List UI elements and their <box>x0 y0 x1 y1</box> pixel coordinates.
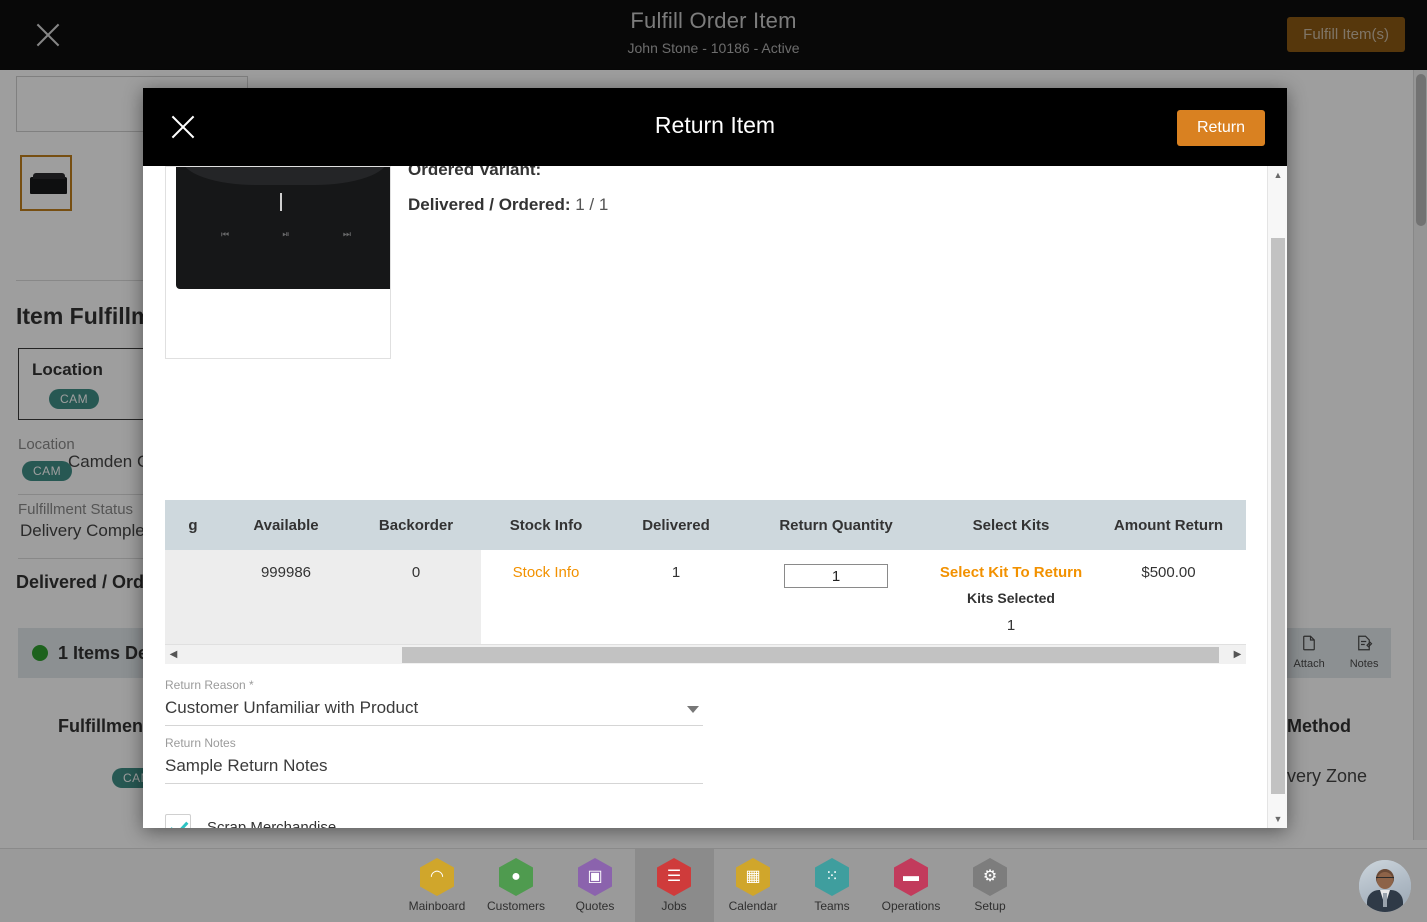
nav-label-calendar: Calendar <box>729 899 778 913</box>
return-items-table: g Available Backorder Stock Info Deliver… <box>165 500 1246 646</box>
cell-select-kits: Select Kit To Return Kits Selected 1 <box>931 550 1091 646</box>
return-reason-label: Return Reason * <box>165 678 703 692</box>
return-notes-field[interactable]: Return Notes Sample Return Notes <box>165 736 703 784</box>
return-reason-value[interactable]: Customer Unfamiliar with Product <box>165 692 703 726</box>
scrap-merchandise-row[interactable]: Scrap Merchandise <box>165 814 336 828</box>
nav-item-jobs[interactable]: ☰ Jobs <box>635 849 714 922</box>
cell-return-quantity <box>741 550 931 646</box>
nav-label-setup: Setup <box>974 899 1005 913</box>
avatar-image <box>1359 860 1411 912</box>
setup-icon: ⚙ <box>973 858 1007 896</box>
nav-label-jobs: Jobs <box>661 899 686 913</box>
nav-label-mainboard: Mainboard <box>409 899 466 913</box>
column-header-stock-info: Stock Info <box>481 500 611 550</box>
nav-label-quotes: Quotes <box>576 899 615 913</box>
return-items-table-wrap: g Available Backorder Stock Info Deliver… <box>165 500 1246 646</box>
calendar-icon: ▦ <box>736 858 770 896</box>
return-button[interactable]: Return <box>1177 110 1265 146</box>
delivered-ordered-label: Delivered / Ordered: <box>408 195 571 214</box>
scroll-left-arrow-icon[interactable]: ◀ <box>165 649 182 660</box>
column-header-delivered: Delivered <box>611 500 741 550</box>
nav-item-quotes[interactable]: ▣ Quotes <box>556 849 635 922</box>
return-notes-value[interactable]: Sample Return Notes <box>165 750 703 784</box>
cell-available: 999986 <box>221 550 351 646</box>
cell-stock-info: Stock Info <box>481 550 611 646</box>
nav-item-operations[interactable]: ▬ Operations <box>872 849 951 922</box>
column-header-available: Available <box>221 500 351 550</box>
modal-header: Return Item Return <box>143 88 1287 166</box>
app-root: Fulfill Order Item John Stone - 10186 - … <box>0 0 1427 922</box>
column-header-return-quantity: Return Quantity <box>741 500 931 550</box>
scrap-merchandise-label: Scrap Merchandise <box>207 819 336 829</box>
return-notes-label: Return Notes <box>165 736 703 750</box>
scroll-up-arrow-icon[interactable]: ▲ <box>1268 166 1287 184</box>
cell-amount-return: $500.00 <box>1091 550 1246 646</box>
nav-label-customers: Customers <box>487 899 545 913</box>
ordered-variant-label: Ordered Variant: <box>408 166 541 180</box>
stock-info-link[interactable]: Stock Info <box>513 564 580 581</box>
table-header-row: g Available Backorder Stock Info Deliver… <box>165 500 1246 550</box>
delivered-ordered-value: 1 / 1 <box>575 195 608 214</box>
nav-label-operations: Operations <box>882 899 941 913</box>
cell-delivered: 1 <box>611 550 741 646</box>
cell-clipped <box>165 550 221 646</box>
bottom-navigation: ◠ Mainboard ● Customers ▣ Quotes ☰ Jobs … <box>0 848 1427 922</box>
modal-title: Return Item <box>143 112 1287 139</box>
column-header-backorder: Backorder <box>351 500 481 550</box>
scrollbar-thumb[interactable] <box>1271 238 1285 794</box>
nav-item-calendar[interactable]: ▦ Calendar <box>714 849 793 922</box>
kits-selected-label: Kits Selected <box>931 590 1091 606</box>
scroll-right-arrow-icon[interactable]: ▶ <box>1229 649 1246 660</box>
mainboard-icon: ◠ <box>420 858 454 896</box>
scrap-merchandise-checkbox[interactable] <box>165 814 191 828</box>
nav-item-setup[interactable]: ⚙ Setup <box>951 849 1030 922</box>
column-header-clipped: g <box>165 500 221 550</box>
nav-label-teams: Teams <box>814 899 849 913</box>
scrollbar-track[interactable] <box>182 645 1229 665</box>
return-quantity-input[interactable] <box>784 564 888 588</box>
product-image: ⏮⏯⏭ <box>165 166 391 359</box>
delivered-ordered-row: Delivered / Ordered: 1 / 1 <box>408 195 608 215</box>
scroll-down-arrow-icon[interactable]: ▼ <box>1268 810 1287 828</box>
quotes-icon: ▣ <box>578 858 612 896</box>
return-reason-field[interactable]: Return Reason * Customer Unfamiliar with… <box>165 678 703 726</box>
column-header-select-kits: Select Kits <box>931 500 1091 550</box>
teams-icon: ⁙ <box>815 858 849 896</box>
nav-item-customers[interactable]: ● Customers <box>477 849 556 922</box>
cell-backorder: 0 <box>351 550 481 646</box>
modal-body: ⏮⏯⏭ Ordered Variant: Delivered / Ordered… <box>143 166 1287 828</box>
avatar[interactable] <box>1359 860 1411 912</box>
customers-icon: ● <box>499 858 533 896</box>
table-horizontal-scrollbar[interactable]: ◀ ▶ <box>165 644 1246 664</box>
operations-icon: ▬ <box>894 858 928 896</box>
nav-item-teams[interactable]: ⁙ Teams <box>793 849 872 922</box>
chevron-down-icon[interactable] <box>687 706 699 713</box>
modal-vertical-scrollbar[interactable]: ▲ ▼ <box>1267 166 1287 828</box>
return-item-modal: Return Item Return ⏮⏯⏭ Ordered Variant: … <box>143 88 1287 828</box>
column-header-amount-return: Amount Return <box>1091 500 1246 550</box>
nav-item-mainboard[interactable]: ◠ Mainboard <box>398 849 477 922</box>
scrollbar-thumb[interactable] <box>402 647 1219 663</box>
kits-selected-value: 1 <box>931 617 1091 634</box>
table-row: 999986 0 Stock Info 1 Select Kit To Retu… <box>165 550 1246 646</box>
select-kit-to-return-link[interactable]: Select Kit To Return <box>931 564 1091 581</box>
jobs-icon: ☰ <box>657 858 691 896</box>
